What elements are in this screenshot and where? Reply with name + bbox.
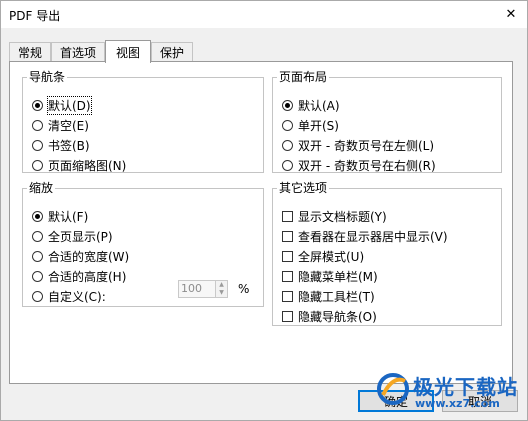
- radio-selected: [282, 99, 293, 111]
- cancel-button[interactable]: 取消: [442, 390, 518, 412]
- tab-preferences[interactable]: 首选项: [51, 42, 105, 62]
- nav-option-default[interactable]: 默认(D): [32, 95, 92, 115]
- custom-zoom-input[interactable]: 100: [178, 280, 216, 298]
- radio: [32, 139, 43, 151]
- ok-button[interactable]: 确定: [358, 390, 434, 412]
- checkbox-hide-navbar[interactable]: 隐藏导航条(O): [282, 307, 377, 325]
- radio-selected: [32, 210, 43, 222]
- checkbox-show-doc-title[interactable]: 显示文档标题(Y): [282, 207, 387, 225]
- checkbox: [282, 250, 293, 262]
- checkbox: [282, 310, 293, 322]
- radio: [32, 290, 43, 302]
- view-tab-panel: 导航条 默认(D) 清空(E) 书签(B) 页面缩略图(N) 页面布局 默认(A…: [9, 61, 513, 384]
- navigation-bar-group-title: 导航条: [29, 70, 66, 84]
- window-title: PDF 导出: [9, 9, 61, 23]
- navigation-bar-group: 导航条 默认(D) 清空(E) 书签(B) 页面缩略图(N): [22, 70, 264, 173]
- layout-option-double-odd-left[interactable]: 双开 - 奇数页号在左侧(L): [282, 136, 434, 154]
- close-button[interactable]: ✕: [499, 3, 523, 25]
- zoom-option-full-page[interactable]: 全页显示(P): [32, 227, 113, 245]
- pdf-export-dialog: PDF 导出 ✕ 常规 首选项 视图 保护 导航条 默认(D) 清空(E) 书签…: [0, 0, 528, 421]
- page-layout-group: 页面布局 默认(A) 单开(S) 双开 - 奇数页号在左侧(L) 双开 - 奇数…: [272, 70, 502, 173]
- checkbox: [282, 290, 293, 302]
- zoom-option-fit-height[interactable]: 合适的高度(H): [32, 267, 126, 285]
- stepper-down-icon[interactable]: ▼: [216, 289, 227, 297]
- radio: [32, 230, 43, 242]
- layout-option-single[interactable]: 单开(S): [282, 116, 339, 134]
- tab-view[interactable]: 视图: [105, 40, 151, 63]
- title-bar: PDF 导出 ✕: [1, 1, 527, 28]
- custom-zoom-control: 100 ▲ ▼ %: [178, 280, 249, 298]
- zoom-unit: %: [238, 282, 250, 296]
- nav-option-thumbnails[interactable]: 页面缩略图(N): [32, 156, 126, 174]
- layout-option-default[interactable]: 默认(A): [282, 96, 340, 114]
- checkbox: [282, 270, 293, 282]
- tab-protect[interactable]: 保护: [151, 42, 193, 62]
- radio: [32, 119, 43, 131]
- radio: [32, 250, 43, 262]
- nav-option-clear[interactable]: 清空(E): [32, 116, 89, 134]
- checkbox-fullscreen[interactable]: 全屏模式(U): [282, 247, 364, 265]
- nav-option-bookmarks[interactable]: 书签(B): [32, 136, 90, 154]
- radio-selected: [32, 99, 43, 111]
- layout-option-double-odd-right[interactable]: 双开 - 奇数页号在右侧(R): [282, 156, 436, 174]
- checkbox-center-window[interactable]: 查看器在显示器居中显示(V): [282, 227, 448, 245]
- checkbox-hide-menubar[interactable]: 隐藏菜单栏(M): [282, 267, 378, 285]
- stepper-up-icon[interactable]: ▲: [216, 281, 227, 289]
- radio: [32, 270, 43, 282]
- checkbox-hide-toolbar[interactable]: 隐藏工具栏(T): [282, 287, 375, 305]
- custom-zoom-stepper[interactable]: ▲ ▼: [216, 280, 228, 298]
- zoom-option-fit-width[interactable]: 合适的宽度(W): [32, 247, 129, 265]
- radio: [282, 159, 293, 171]
- zoom-option-custom[interactable]: 自定义(C):: [32, 287, 106, 305]
- radio: [32, 159, 43, 171]
- zoom-option-default[interactable]: 默认(F): [32, 207, 88, 225]
- checkbox: [282, 210, 293, 222]
- page-layout-group-title: 页面布局: [279, 70, 328, 84]
- radio: [282, 119, 293, 131]
- other-options-group-title: 其它选项: [279, 181, 328, 195]
- other-options-group: 其它选项 显示文档标题(Y) 查看器在显示器居中显示(V) 全屏模式(U) 隐藏…: [272, 181, 502, 326]
- tab-general[interactable]: 常规: [9, 42, 51, 62]
- checkbox: [282, 230, 293, 242]
- zoom-group-title: 缩放: [29, 181, 54, 195]
- radio: [282, 139, 293, 151]
- close-icon: ✕: [505, 6, 517, 22]
